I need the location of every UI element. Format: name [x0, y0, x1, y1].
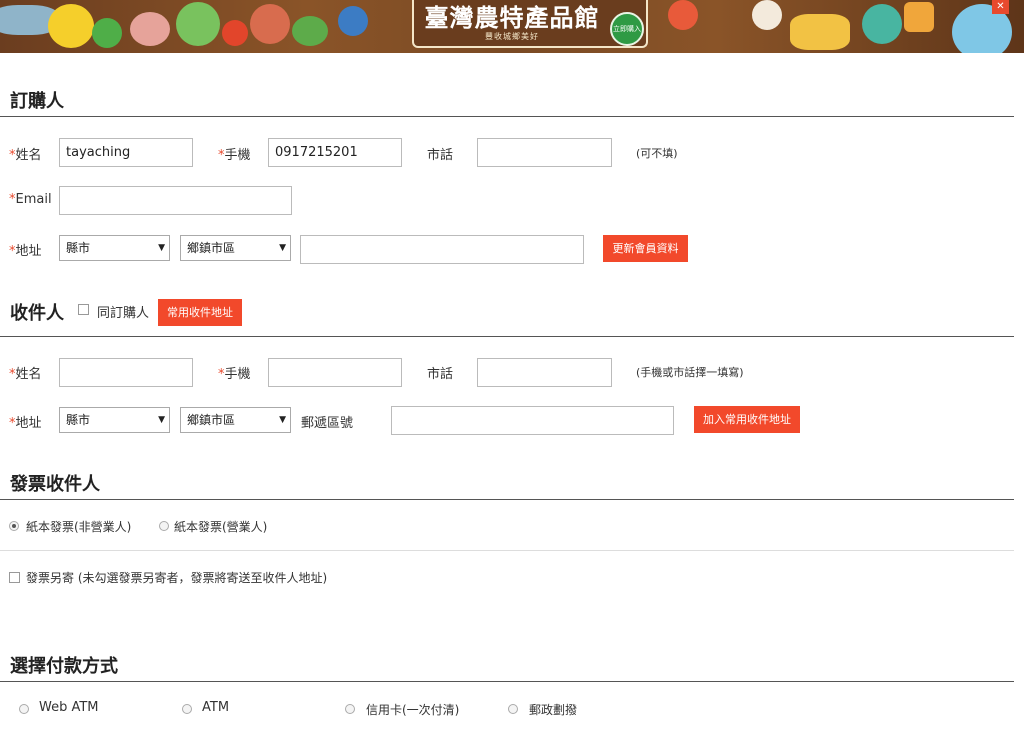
leaf-illustration: [292, 16, 328, 46]
lantern-illustration: [668, 0, 698, 30]
payment-divider: [0, 681, 1014, 682]
receiver-address-input[interactable]: [391, 406, 674, 435]
invoice-business-label[interactable]: 紙本發票(營業人): [174, 518, 267, 535]
invoice-personal-label[interactable]: 紙本發票(非營業人): [26, 518, 131, 535]
chevron-down-icon: ▼: [158, 243, 165, 253]
box-illustration: [904, 2, 934, 32]
payment-atm-label[interactable]: ATM: [202, 700, 229, 715]
pineapple-cake-illustration: [790, 14, 850, 50]
meat-illustration: [130, 12, 170, 46]
buyer-email-input[interactable]: [59, 186, 292, 215]
payment-atm-radio[interactable]: [182, 704, 192, 714]
common-address-button[interactable]: 常用收件地址: [158, 299, 242, 326]
buyer-address-label: *地址: [9, 244, 42, 259]
invoice-divider: [0, 499, 1014, 500]
send-invoice-separately-label[interactable]: 發票另寄 (未勾選發票另寄者，發票將寄送至收件人地址): [26, 569, 327, 586]
buyer-name-label: *姓名: [9, 148, 42, 163]
banana-illustration: [48, 4, 94, 48]
send-invoice-separately-checkbox[interactable]: [9, 572, 20, 583]
payment-postal-radio[interactable]: [508, 704, 518, 714]
receiver-district-select[interactable]: 鄉鎮市區 ▼: [180, 407, 291, 433]
buyer-address-input[interactable]: [300, 235, 584, 264]
shell-illustration: [338, 6, 368, 36]
invoice-personal-radio[interactable]: [9, 521, 19, 531]
buyer-mobile-input[interactable]: 0917215201: [268, 138, 402, 167]
payment-webatm-radio[interactable]: [19, 704, 29, 714]
receiver-city-select[interactable]: 縣市 ▼: [59, 407, 170, 433]
payment-credit-card-label[interactable]: 信用卡(一次付清): [366, 701, 459, 718]
buyer-district-select[interactable]: 鄉鎮市區 ▼: [180, 235, 291, 261]
banner-title: 臺灣農特產品館: [424, 2, 600, 32]
cabbage-illustration: [176, 2, 220, 46]
payment-webatm-label[interactable]: Web ATM: [39, 700, 99, 715]
buyer-city-select[interactable]: 縣市 ▼: [59, 235, 170, 261]
buyer-section-title: 訂購人: [10, 91, 64, 112]
zip-code-label: 郵遞區號: [301, 416, 354, 431]
buyer-mobile-label: *手機: [218, 148, 251, 163]
invoice-section-title: 發票收件人: [10, 474, 100, 495]
invoice-light-divider: [0, 550, 1014, 551]
receiver-name-label: *姓名: [9, 367, 42, 382]
same-as-buyer-checkbox[interactable]: [78, 304, 89, 315]
update-member-button[interactable]: 更新會員資料: [603, 235, 688, 262]
buyer-phone-input[interactable]: [477, 138, 612, 167]
buy-now-badge[interactable]: 立即購入: [610, 12, 644, 46]
invoice-business-radio[interactable]: [159, 521, 169, 531]
buyer-email-label: *Email: [9, 192, 52, 207]
chevron-down-icon: ▼: [279, 243, 286, 253]
close-icon[interactable]: ✕: [992, 0, 1009, 14]
banner-subtitle: 豐收城鄉美好: [485, 31, 539, 41]
receiver-phone-input[interactable]: [477, 358, 612, 387]
receiver-divider: [0, 336, 1014, 337]
buyer-divider: [0, 116, 1014, 117]
chevron-down-icon: ▼: [158, 415, 165, 425]
receiver-mobile-input[interactable]: [268, 358, 402, 387]
receiver-mobile-label: *手機: [218, 367, 251, 382]
receiver-section-title: 收件人: [10, 303, 64, 324]
drink-illustration: [862, 4, 902, 44]
bun-illustration: [752, 0, 782, 30]
buyer-name-input[interactable]: tayaching: [59, 138, 193, 167]
receiver-phone-label: 市話: [427, 367, 454, 382]
payment-section-title: 選擇付款方式: [10, 656, 118, 677]
same-as-buyer-label[interactable]: 同訂購人: [97, 302, 149, 321]
receiver-name-input[interactable]: [59, 358, 193, 387]
chevron-down-icon: ▼: [279, 415, 286, 425]
payment-postal-label[interactable]: 郵政劃撥: [529, 701, 577, 718]
payment-credit-card-radio[interactable]: [345, 704, 355, 714]
add-common-address-button[interactable]: 加入常用收件地址: [694, 406, 800, 433]
squid-illustration: [250, 4, 290, 44]
buyer-phone-note: (可不填): [636, 147, 678, 160]
buyer-phone-label: 市話: [427, 148, 454, 163]
receiver-phone-note: (手機或市話擇一填寫): [636, 366, 744, 379]
pepper-illustration: [222, 20, 248, 46]
vegetable-illustration: [92, 18, 122, 48]
promo-banner[interactable]: 臺灣農特產品館 豐收城鄉美好 立即購入 ✕: [0, 0, 1024, 53]
receiver-address-label: *地址: [9, 416, 42, 431]
